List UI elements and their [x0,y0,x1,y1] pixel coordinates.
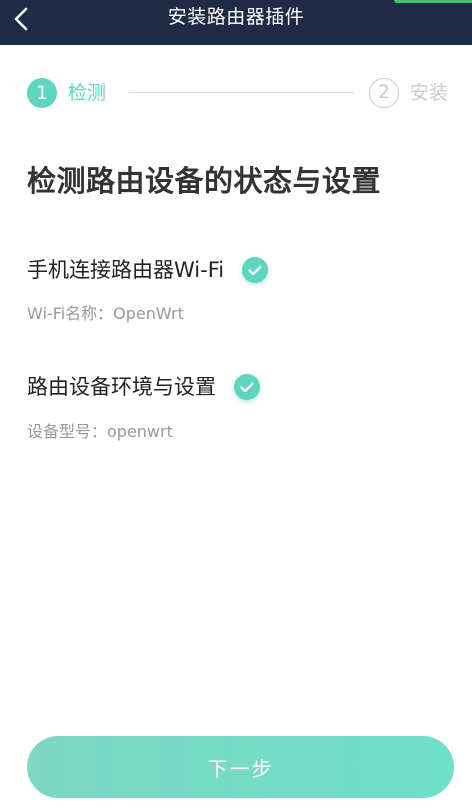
page-header-title: 安装路由器插件 [167,6,305,28]
progress-stepper: 1 检测 2 安装 [27,78,457,110]
check-item-device: 路由设备环境与设置 [27,372,260,402]
next-step-button[interactable]: 下一步 [27,736,454,798]
step-connector-line [129,92,354,93]
check-item-title: 手机连接路由器Wi-Fi [27,258,225,282]
check-icon [234,374,260,400]
check-item-wifi: 手机连接路由器Wi-Fi [27,255,269,285]
device-model-detail: 设备型号：openwrt [27,422,173,441]
check-item-title: 路由设备环境与设置 [27,375,216,399]
check-icon [242,257,269,283]
step-1-number: 1 [27,78,57,108]
status-indicator [394,0,472,3]
step-1-label: 检测 [68,82,107,104]
page-title: 检测路由设备的状态与设置 [27,164,382,198]
top-navigation-bar: 安装路由器插件 [0,0,472,45]
wifi-name-detail: Wi-Fi名称：OpenWrt [27,304,184,323]
step-2-number: 2 [369,78,399,108]
step-2-label: 安装 [410,82,449,104]
